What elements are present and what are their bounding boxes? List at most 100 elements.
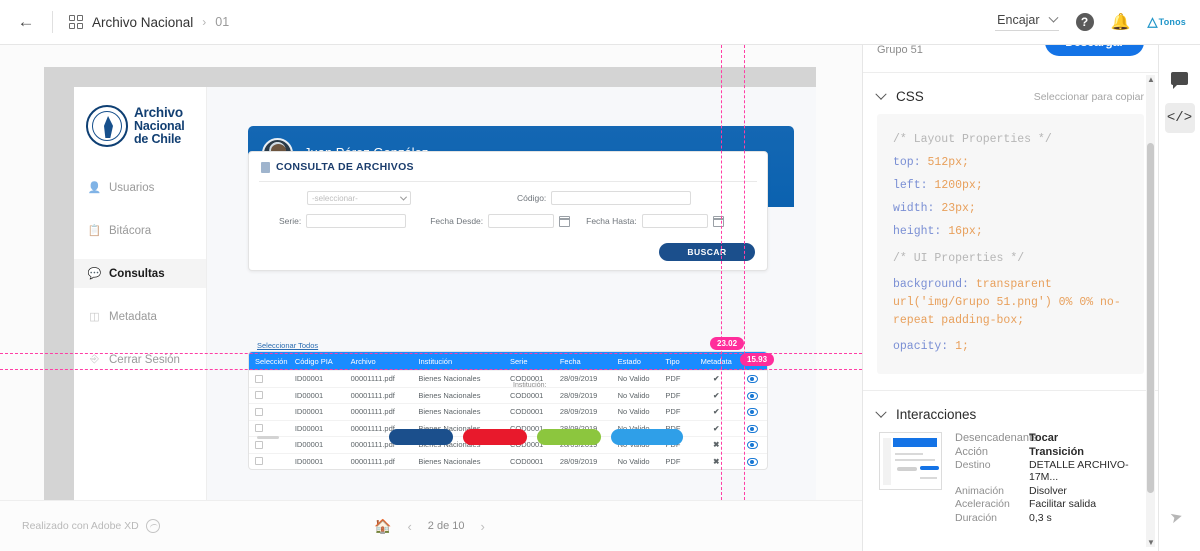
- row-checkbox[interactable]: [255, 374, 263, 383]
- copy-hint[interactable]: Seleccionar para copiar: [1034, 91, 1144, 103]
- th-archivo: Archivo: [350, 356, 376, 366]
- th-serie: Serie: [510, 356, 528, 366]
- cell-view[interactable]: [737, 407, 767, 417]
- scrollbar-thumb[interactable]: [1147, 143, 1154, 493]
- action-button-green[interactable]: [537, 429, 601, 445]
- row-checkbox-cell[interactable]: [249, 407, 295, 416]
- zoom-select[interactable]: Encajar: [995, 12, 1059, 31]
- help-icon[interactable]: ?: [1075, 13, 1094, 31]
- sidebar-item-label: Consultas: [109, 267, 165, 280]
- css-val-opacity: 1;: [955, 340, 969, 354]
- eye-icon[interactable]: [746, 408, 758, 417]
- measure-guide-vertical-left: [721, 45, 722, 500]
- page-count: 2 de 10: [427, 520, 465, 532]
- row-checkbox-cell[interactable]: [249, 374, 295, 383]
- interactions-section-header: Interacciones: [863, 391, 1158, 430]
- comment-tool-button[interactable]: [1165, 63, 1195, 93]
- cell-archivo: 00001111.pdf: [350, 407, 395, 417]
- table-row[interactable]: ID00001 00001111.pdf Bienes Nacionales COD0…: [249, 452, 767, 470]
- back-button[interactable]: ←: [0, 0, 52, 45]
- cell-archivo: 00001111.pdf: [350, 390, 395, 400]
- row-stub: [257, 435, 279, 439]
- cell-view[interactable]: [737, 391, 767, 400]
- measure-badge-height: 15.93: [740, 353, 775, 366]
- row-checkbox[interactable]: [255, 391, 263, 400]
- th-estado: Estado: [617, 356, 641, 366]
- table-row[interactable]: ID00001 00001111.pdf Bienes Nacionales COD0…: [249, 386, 767, 404]
- breadcrumb: Archivo Nacional › 01: [53, 15, 229, 30]
- css-comment-ui: /* UI Properties */: [893, 252, 1025, 265]
- interaction-thumbnail[interactable]: [879, 432, 942, 491]
- interaction-key: Destino: [955, 459, 991, 472]
- design-canvas[interactable]: Archivo Nacional de Chile 👤 Usuarios 📋 B…: [0, 45, 862, 500]
- cell-view[interactable]: [737, 457, 767, 466]
- artboard[interactable]: Archivo Nacional de Chile 👤 Usuarios 📋 B…: [74, 87, 816, 500]
- layer-name: Grupo 51: [877, 45, 923, 56]
- eye-icon[interactable]: [746, 391, 758, 400]
- sidebar-item-consultas[interactable]: 💬 Consultas: [74, 259, 206, 288]
- cell-tipo: PDF: [665, 374, 681, 384]
- table-row[interactable]: ID00001 00001111.pdf Bienes Nacionales COD0…: [249, 403, 767, 420]
- eye-icon[interactable]: [746, 375, 758, 384]
- action-button-navy[interactable]: [389, 429, 453, 445]
- next-page-button[interactable]: ›: [480, 519, 484, 534]
- scroll-down-arrow[interactable]: ▼: [1147, 538, 1155, 547]
- scroll-up-arrow[interactable]: ▲: [1147, 75, 1155, 84]
- grid-icon[interactable]: [69, 15, 83, 29]
- row-checkbox-cell[interactable]: [249, 391, 295, 400]
- panel-top-row: Grupo 51 Descargar: [863, 45, 1158, 73]
- sidebar-item-bitacora[interactable]: 📋 Bitácora: [74, 216, 206, 245]
- css-code-block[interactable]: /* Layout Properties */ top: 512px; left…: [877, 114, 1144, 375]
- zoom-value: Encajar: [997, 13, 1040, 27]
- css-prop-height: height:: [893, 225, 942, 238]
- css-section-toggle[interactable]: CSS: [875, 88, 924, 104]
- project-title[interactable]: Archivo Nacional: [92, 15, 193, 30]
- cell-serie: COD0001: [510, 407, 544, 417]
- home-icon[interactable]: 🏠: [374, 518, 391, 535]
- breadcrumb-page[interactable]: 01: [215, 15, 229, 29]
- inspect-panel: Grupo 51 Descargar CSS Seleccionar para …: [862, 45, 1158, 551]
- css-val-left: 1200px;: [934, 179, 983, 192]
- toolbar-right-group: Encajar ? 🔔 △ Tonos: [995, 12, 1200, 32]
- sidebar-item-usuarios[interactable]: 👤 Usuarios: [74, 173, 206, 202]
- table-row[interactable]: ID00001 00001111.pdf Bienes Nacionales COD0…: [249, 370, 767, 387]
- cell-archivo: 00001111.pdf: [350, 374, 395, 384]
- interaction-value: Transición: [1029, 445, 1085, 458]
- th-metadata: Metadata: [700, 356, 732, 366]
- css-section-title: CSS: [896, 89, 924, 104]
- thumb-sidebar: [883, 438, 891, 486]
- row-checkbox[interactable]: [255, 457, 263, 466]
- row-checkbox[interactable]: [255, 407, 263, 416]
- css-section-header: CSS Seleccionar para copiar: [863, 73, 1158, 112]
- interaction-key: Duración: [955, 511, 998, 524]
- right-icon-rail: </>: [1158, 45, 1200, 551]
- clipboard-icon: 📋: [87, 225, 102, 237]
- code-tool-button[interactable]: </>: [1164, 103, 1195, 133]
- seleccionar-todos-link[interactable]: Seleccionar Todos: [257, 341, 318, 350]
- chat-icon: 💬: [87, 268, 102, 280]
- interactions-section-toggle[interactable]: Interacciones: [875, 406, 976, 422]
- th-tipo: Tipo: [665, 356, 680, 366]
- table-body: ID00001 00001111.pdf Bienes Nacionales COD0…: [249, 370, 767, 469]
- action-button-blue[interactable]: [611, 429, 683, 445]
- cell-view[interactable]: [737, 374, 767, 384]
- descargar-button[interactable]: Descargar: [1045, 45, 1144, 56]
- eye-icon[interactable]: [746, 457, 758, 466]
- css-prop-background: background:: [893, 278, 969, 291]
- interaction-value: DETALLE ARCHIVO-17M...: [1029, 459, 1129, 484]
- sidebar-item-metadata[interactable]: ◫ Metadata: [74, 302, 206, 331]
- cell-estado: No Valido: [617, 456, 650, 466]
- measure-guide-horizontal-top: [0, 353, 862, 354]
- app-sidebar: Archivo Nacional de Chile 👤 Usuarios 📋 B…: [74, 87, 207, 500]
- panel-scrollbar[interactable]: ▲ ▼: [1146, 75, 1155, 547]
- breadcrumb-separator: ›: [202, 15, 207, 29]
- cell-codigo: ID00001: [294, 390, 324, 400]
- bell-icon[interactable]: 🔔: [1111, 12, 1131, 32]
- css-prop-width: width:: [893, 202, 935, 215]
- prev-page-button[interactable]: ‹: [407, 519, 411, 534]
- action-button-red[interactable]: [463, 429, 527, 445]
- logo-text: Archivo Nacional de Chile: [134, 105, 185, 146]
- row-checkbox-cell[interactable]: [249, 457, 295, 466]
- th-institucion: Institución: [418, 356, 453, 366]
- css-val-background-2: url('img/Grupo 51.png') 0% 0% no-: [893, 295, 1121, 309]
